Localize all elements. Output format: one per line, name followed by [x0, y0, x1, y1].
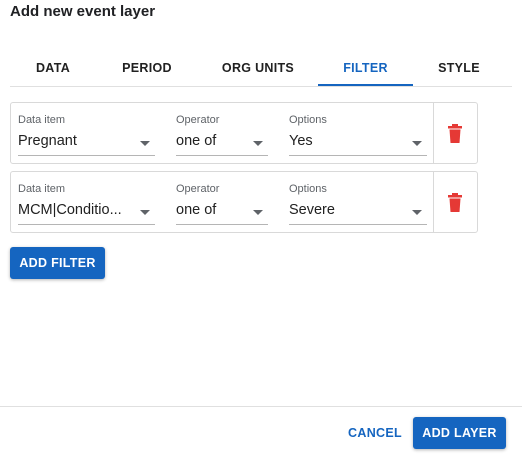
tab-filter[interactable]: FILTER	[318, 50, 413, 86]
options-value: Severe	[289, 202, 335, 218]
caret-down-icon	[140, 210, 150, 215]
data-item-value: Pregnant	[18, 133, 77, 149]
tab-data[interactable]: DATA	[10, 50, 96, 86]
caret-down-icon	[412, 141, 422, 146]
row-divider	[433, 103, 434, 163]
operator-select[interactable]: Operator one of	[176, 103, 268, 163]
trash-can-icon[interactable]	[447, 193, 463, 213]
tab-bar: DATA PERIOD ORG UNITS FILTER STYLE	[10, 50, 512, 87]
operator-value: one of	[176, 202, 217, 218]
add-filter-button[interactable]: ADD FILTER	[10, 247, 105, 279]
tab-period[interactable]: PERIOD	[96, 50, 198, 86]
options-value: Yes	[289, 133, 313, 149]
add-layer-button[interactable]: ADD LAYER	[413, 417, 506, 449]
active-tab-indicator	[318, 84, 413, 86]
options-label: Options	[289, 183, 327, 195]
field-underline	[176, 155, 268, 156]
data-item-select[interactable]: Data item Pregnant	[18, 103, 155, 163]
caret-down-icon	[253, 141, 263, 146]
filter-row: Data item MCM|Conditio... Operator one o…	[10, 171, 478, 233]
data-item-value: MCM|Conditio...	[18, 202, 122, 218]
options-select[interactable]: Options Severe	[289, 172, 427, 232]
trash-can-icon[interactable]	[447, 124, 463, 144]
caret-down-icon	[140, 141, 150, 146]
data-item-label: Data item	[18, 183, 66, 195]
filter-row: Data item Pregnant Operator one of Optio…	[10, 102, 478, 164]
footer-divider	[0, 406, 522, 407]
options-label: Options	[289, 114, 327, 126]
options-select[interactable]: Options Yes	[289, 103, 427, 163]
field-underline	[18, 224, 155, 225]
caret-down-icon	[412, 210, 422, 215]
operator-label: Operator	[176, 114, 220, 126]
dialog-title: Add new event layer	[10, 3, 156, 20]
operator-value: one of	[176, 133, 217, 149]
field-underline	[176, 224, 268, 225]
field-underline	[289, 224, 427, 225]
operator-label: Operator	[176, 183, 220, 195]
tab-style[interactable]: STYLE	[413, 50, 505, 86]
cancel-button[interactable]: CANCEL	[343, 417, 407, 449]
operator-select[interactable]: Operator one of	[176, 172, 268, 232]
field-underline	[289, 155, 427, 156]
data-item-select[interactable]: Data item MCM|Conditio...	[18, 172, 155, 232]
row-divider	[433, 172, 434, 232]
tab-org-units[interactable]: ORG UNITS	[198, 50, 318, 86]
data-item-label: Data item	[18, 114, 66, 126]
caret-down-icon	[253, 210, 263, 215]
field-underline	[18, 155, 155, 156]
